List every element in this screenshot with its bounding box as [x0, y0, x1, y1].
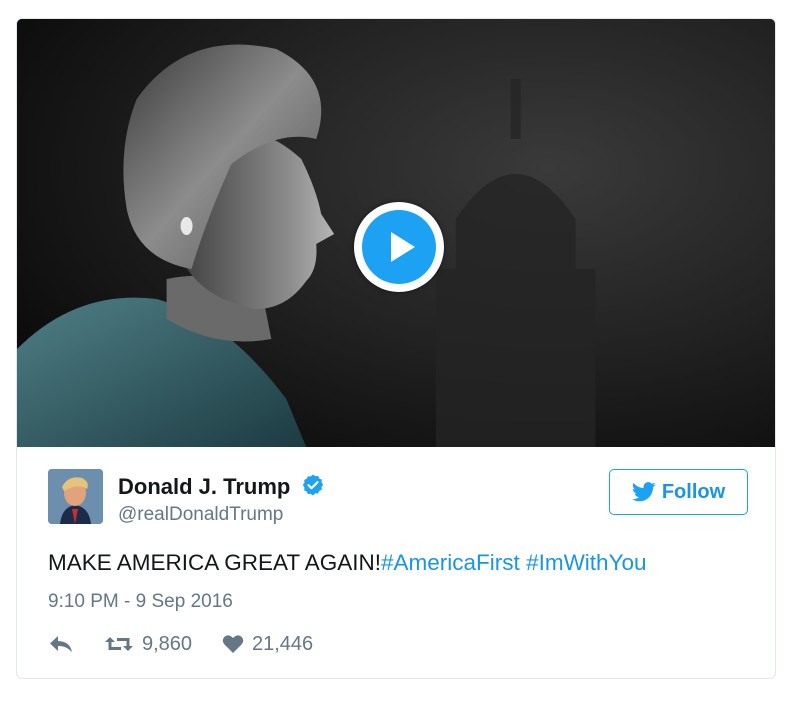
like-count: 21,446: [252, 632, 314, 655]
hashtag-im-with-you[interactable]: #ImWithYou: [526, 550, 646, 575]
author-handle[interactable]: @realDonaldTrump: [118, 504, 325, 526]
tweet-timestamp[interactable]: 9:10 PM - 9 Sep 2016: [48, 591, 233, 613]
verified-badge-icon: [302, 474, 324, 496]
tweet-header: Donald J. Trump @realDonaldTrump Follow: [48, 469, 748, 529]
author-block: Donald J. Trump @realDonaldTrump: [118, 473, 325, 526]
reply-icon: [50, 636, 72, 652]
tweet-text: MAKE AMERICA GREAT AGAIN!#AmericaFirst #…: [48, 550, 647, 576]
twitter-bird-icon: [631, 482, 656, 502]
hashtag-america-first[interactable]: #AmericaFirst: [381, 550, 520, 575]
retweet-button[interactable]: 9,860: [104, 633, 222, 656]
retweet-icon: [105, 637, 133, 651]
tweet-actions: 9,860 21,446: [48, 629, 313, 659]
profile-avatar[interactable]: [48, 469, 103, 524]
avatar-image: [48, 469, 103, 524]
video-thumbnail[interactable]: [17, 19, 775, 447]
play-button[interactable]: [354, 202, 444, 292]
heart-icon: [222, 635, 244, 653]
reply-button[interactable]: [48, 634, 104, 654]
follow-label: Follow: [661, 480, 726, 503]
author-name[interactable]: Donald J. Trump: [118, 474, 290, 500]
like-button[interactable]: 21,446: [222, 633, 313, 656]
tweet-body: MAKE AMERICA GREAT AGAIN!: [48, 550, 382, 575]
retweet-count: 9,860: [142, 632, 193, 655]
play-icon: [391, 232, 415, 262]
tweet-embed-card: Donald J. Trump @realDonaldTrump Follow …: [16, 18, 776, 679]
follow-button[interactable]: Follow: [609, 469, 748, 515]
